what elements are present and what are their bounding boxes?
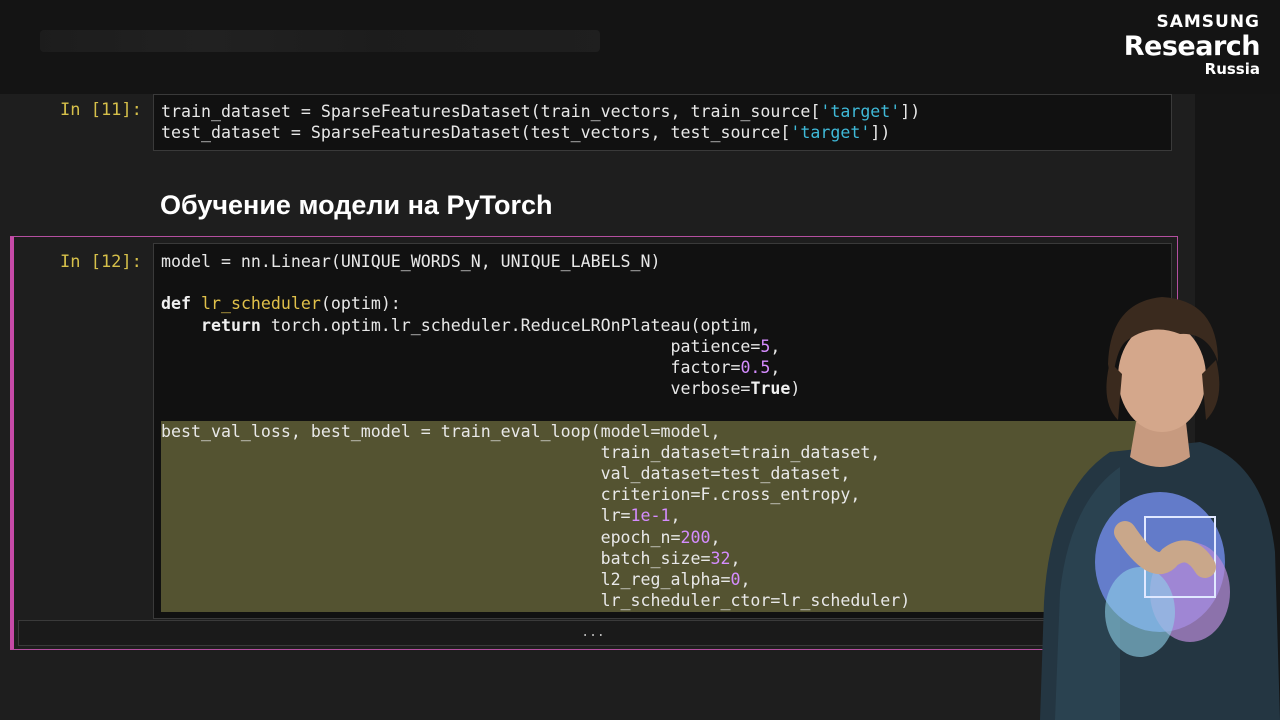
- code-token: ,: [730, 548, 741, 568]
- code-line: train_dataset = SparseFeaturesDataset(tr…: [161, 101, 920, 122]
- code-line: epoch_n=200,: [161, 527, 910, 548]
- code-token: (optim):: [320, 294, 401, 314]
- code-token: 5: [760, 336, 771, 356]
- code-token: 1e-1: [630, 506, 671, 526]
- code-token: ,: [770, 358, 781, 378]
- code-line: l2_reg_alpha=0,: [161, 569, 910, 590]
- code-line: criterion=F.cross_entropy,: [161, 484, 910, 505]
- code-line: return torch.optim.lr_scheduler.ReduceLR…: [161, 315, 910, 336]
- code-token: epoch_n=: [161, 527, 681, 547]
- code-line: factor=0.5,: [161, 357, 910, 378]
- video-top-bar: [0, 0, 1280, 94]
- code-token: True: [750, 379, 791, 399]
- code-token: 'target': [820, 102, 901, 121]
- code-token: verbose=: [161, 379, 751, 399]
- code-token: l2_reg_alpha=: [161, 570, 731, 590]
- code-token: 0.5: [740, 358, 771, 378]
- code-token: 200: [680, 527, 711, 547]
- code-token: torch.optim.lr_scheduler.ReduceLROnPlate…: [260, 315, 761, 335]
- code-token: ]): [870, 123, 891, 143]
- markdown-heading: Обучение модели на PyTorch: [160, 190, 553, 220]
- code-token: train_dataset=train_dataset,: [161, 442, 881, 462]
- code-token: model = nn.Linear(UNIQUE_WORDS_N, UNIQUE…: [161, 252, 661, 271]
- code-line: def lr_scheduler(optim):: [161, 293, 910, 314]
- logo-line3: Russia: [1204, 60, 1260, 78]
- logo-line1: SAMSUNG: [1156, 12, 1260, 32]
- code-token: ,: [670, 506, 681, 526]
- blurred-toolbar: [40, 30, 600, 52]
- code-token: batch_size=: [161, 548, 711, 568]
- code-token: lr_scheduler: [200, 294, 321, 314]
- code-token: 0: [730, 570, 741, 590]
- cell-11-prompt: In [11]:: [60, 100, 142, 120]
- code-token: ): [790, 379, 801, 399]
- code-line: best_val_loss, best_model = train_eval_l…: [161, 421, 910, 442]
- code-line: train_dataset=train_dataset,: [161, 442, 910, 463]
- code-token: ,: [740, 570, 751, 590]
- collapsed-output[interactable]: ...: [18, 620, 1168, 646]
- code-token: 'target': [790, 123, 871, 143]
- code-token: criterion=F.cross_entropy,: [161, 485, 861, 505]
- code-line: verbose=True): [161, 378, 910, 399]
- code-token: ]): [900, 102, 921, 121]
- code-token: ,: [770, 336, 781, 356]
- code-line: model = nn.Linear(UNIQUE_WORDS_N, UNIQUE…: [161, 251, 910, 272]
- cell-11-code[interactable]: train_dataset = SparseFeaturesDataset(tr…: [161, 101, 920, 143]
- code-token: test_dataset = SparseFeaturesDataset(tes…: [161, 123, 791, 143]
- code-token: return: [200, 315, 261, 335]
- logo-line2: Research: [1123, 31, 1261, 62]
- samsung-research-logo: SAMSUNG Research Russia: [1123, 12, 1261, 78]
- code-line: lr_scheduler_ctor=lr_scheduler): [161, 590, 911, 611]
- code-line: patience=5,: [161, 336, 910, 357]
- code-line: test_dataset = SparseFeaturesDataset(tes…: [161, 122, 920, 143]
- cell-12-code[interactable]: model = nn.Linear(UNIQUE_WORDS_N, UNIQUE…: [161, 251, 910, 611]
- code-line: lr=1e-1,: [161, 505, 910, 526]
- code-token: lr=: [161, 506, 631, 526]
- code-token: lr_scheduler_ctor=lr_scheduler): [161, 591, 911, 611]
- cell-11-code-box[interactable]: train_dataset = SparseFeaturesDataset(tr…: [153, 94, 1172, 151]
- code-token: factor=: [161, 358, 741, 378]
- code-token: train_dataset = SparseFeaturesDataset(tr…: [161, 102, 821, 121]
- code-token: patience=: [161, 336, 761, 356]
- code-token: def: [161, 294, 191, 314]
- presenter-video: [1040, 297, 1280, 720]
- code-token: best_val_loss, best_model = train_eval_l…: [161, 421, 721, 441]
- code-line: val_dataset=test_dataset,: [161, 463, 910, 484]
- code-line: batch_size=32,: [161, 548, 910, 569]
- cell-12-prompt: In [12]:: [60, 252, 142, 272]
- code-token: val_dataset=test_dataset,: [161, 464, 851, 484]
- code-token: 32: [710, 548, 731, 568]
- code-token: ,: [710, 527, 721, 547]
